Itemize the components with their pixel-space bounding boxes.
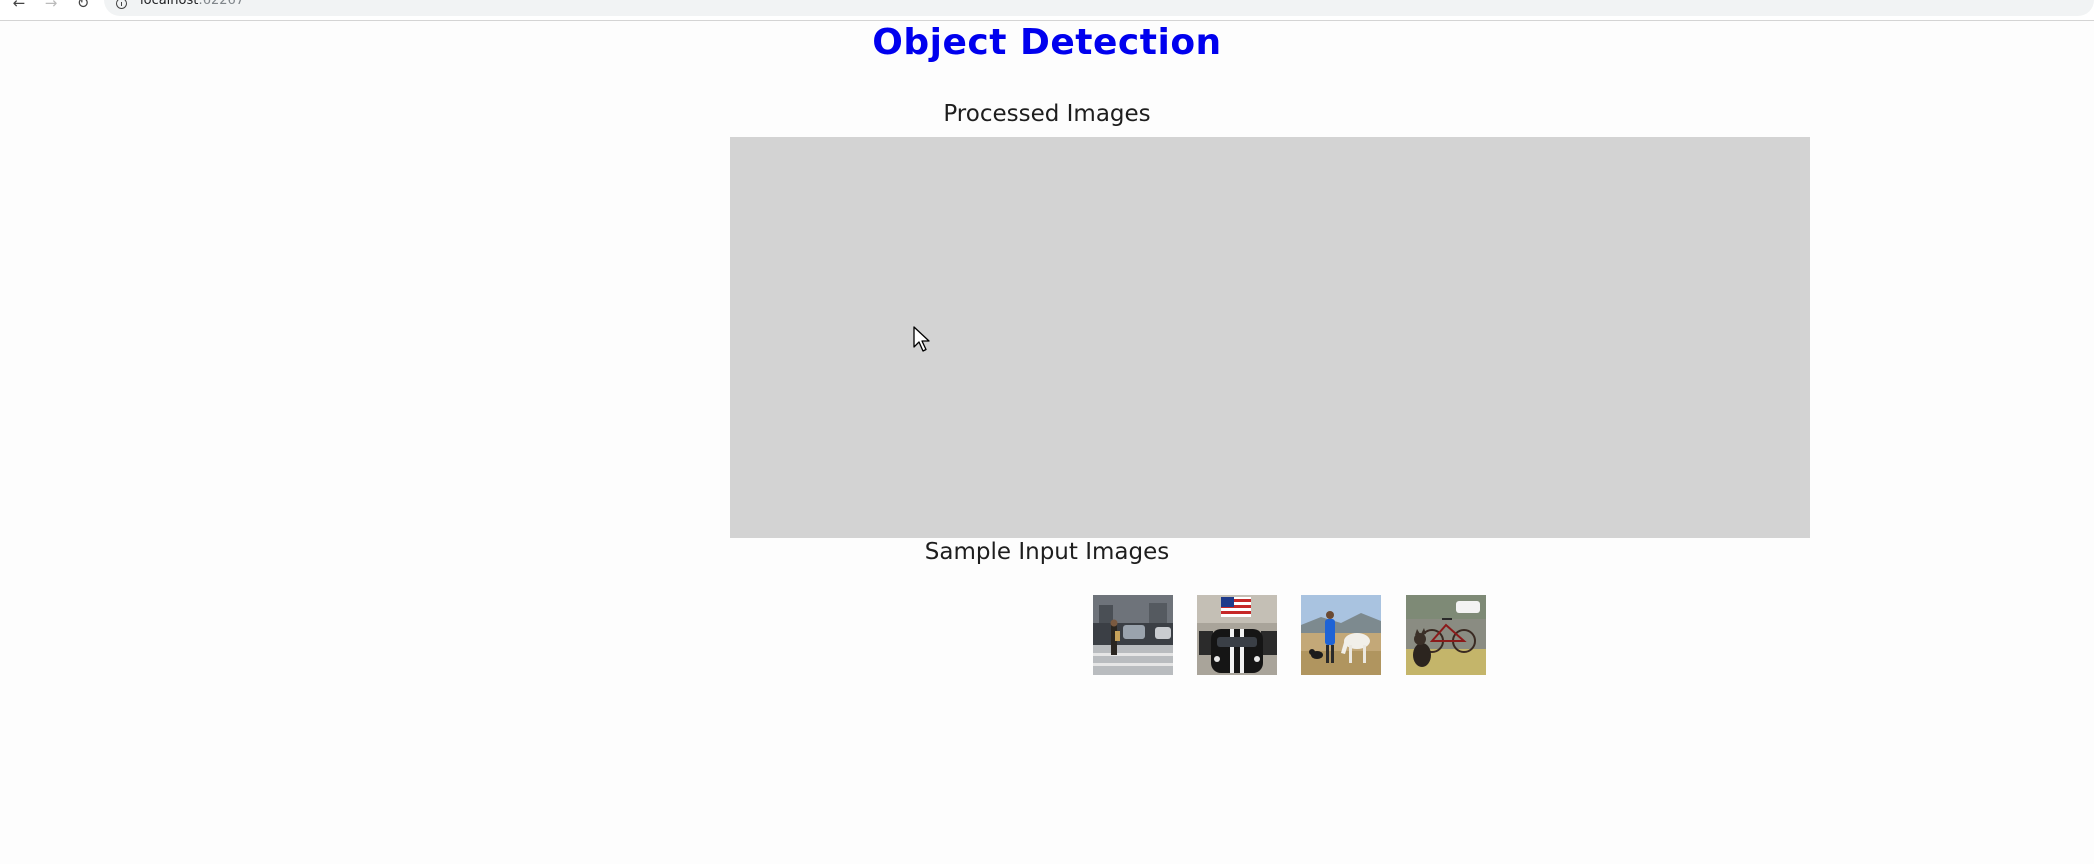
sample-image-street[interactable]: [1093, 595, 1173, 675]
forward-arrow-icon[interactable]: →: [41, 0, 61, 12]
address-bar[interactable]: localhost:62267: [104, 0, 2094, 16]
back-arrow-icon[interactable]: ←: [9, 0, 29, 12]
page-title: Object Detection: [872, 22, 1222, 63]
sample-image-horse[interactable]: [1301, 595, 1381, 675]
processed-images-heading: Processed Images: [943, 101, 1151, 127]
info-icon[interactable]: [116, 0, 127, 9]
street-crowd-thumbnail: [1093, 595, 1173, 675]
url-port: :62267: [198, 0, 245, 8]
sample-image-bicycle[interactable]: [1406, 595, 1486, 675]
url-text[interactable]: localhost:62267: [140, 0, 244, 7]
person-horse-dog-thumbnail: [1301, 595, 1381, 675]
sample-image-car[interactable]: [1197, 595, 1277, 675]
browser-toolbar: ← → ↻ localhost:62267: [0, 0, 2094, 21]
sports-car-flag-thumbnail: [1197, 595, 1277, 675]
sample-images-heading: Sample Input Images: [924, 539, 1170, 565]
processed-images-canvas[interactable]: [730, 137, 1810, 538]
dog-bicycle-thumbnail: [1406, 595, 1486, 675]
reload-icon[interactable]: ↻: [73, 0, 93, 12]
url-host: localhost: [140, 0, 199, 8]
